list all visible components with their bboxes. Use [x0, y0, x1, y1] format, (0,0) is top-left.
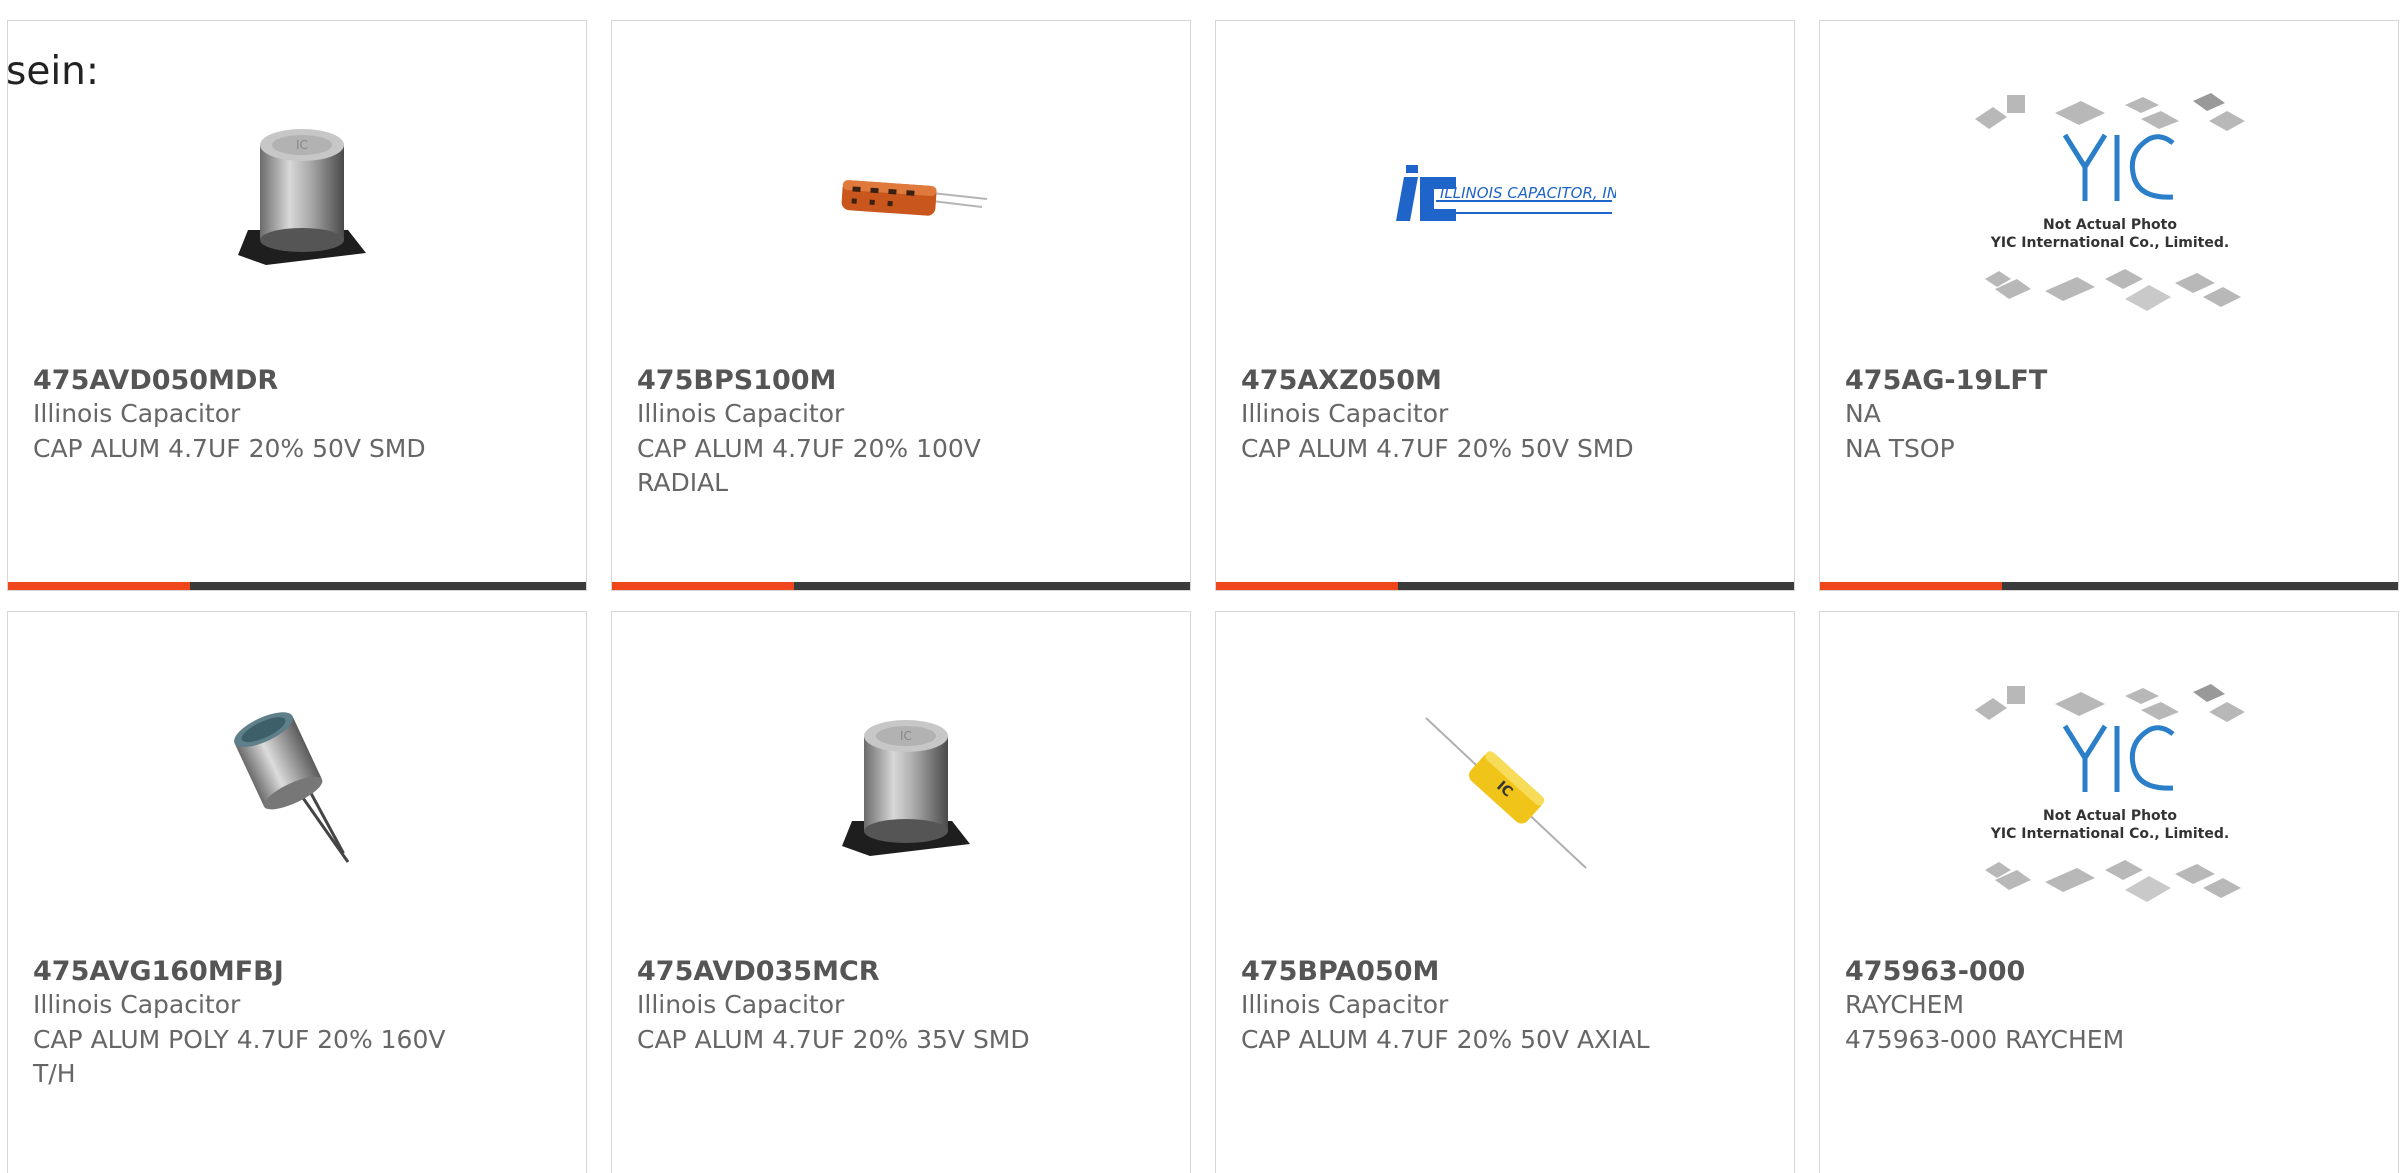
manufacturer: Illinois Capacitor	[33, 990, 241, 1019]
product-grid-page: sein: IC 475AVD050MDR Illinois Capacitor…	[0, 0, 2400, 1173]
card-bar	[612, 582, 1190, 590]
part-number[interactable]: 475AG-19LFT	[1845, 365, 2378, 397]
intro-text: sein:	[6, 49, 100, 94]
placeholder-line1: Not Actual Photo	[2043, 217, 2177, 233]
manufacturer: Illinois Capacitor	[1241, 990, 1449, 1019]
card-bar-accent	[612, 582, 794, 590]
svg-text:IC: IC	[900, 729, 912, 743]
description: NA TSOP	[1845, 434, 1955, 463]
description: 475963-000 RAYCHEM	[1845, 1025, 2125, 1054]
yic-placeholder-image: Not Actual Photo YIC International Co., …	[1965, 674, 2255, 904]
svg-text:IC: IC	[296, 138, 308, 152]
description: CAP ALUM 4.7UF 20% 100V RADIAL	[637, 434, 981, 497]
card-bar-accent	[1820, 582, 2002, 590]
description: CAP ALUM 4.7UF 20% 50V SMD	[33, 434, 426, 463]
part-number[interactable]: 475AVG160MFBJ	[33, 956, 566, 988]
manufacturer: RAYCHEM	[1845, 990, 1965, 1019]
description: CAP ALUM 4.7UF 20% 50V AXIAL	[1241, 1025, 1650, 1054]
part-number[interactable]: 475BPS100M	[637, 365, 1170, 397]
description: CAP ALUM POLY 4.7UF 20% 160V T/H	[33, 1025, 446, 1088]
card-bar	[8, 582, 586, 590]
manufacturer: Illinois Capacitor	[637, 990, 845, 1019]
description: CAP ALUM 4.7UF 20% 35V SMD	[637, 1025, 1030, 1054]
smd-electrolytic-capacitor-icon: IC	[800, 684, 1004, 888]
part-number[interactable]: 475AVD035MCR	[637, 956, 1170, 988]
card-bar	[1820, 582, 2398, 590]
placeholder-line2: YIC International Co., Limited.	[1990, 826, 2229, 842]
part-number[interactable]: 475AVD050MDR	[33, 365, 566, 397]
card-bar	[1216, 582, 1794, 590]
manufacturer: Illinois Capacitor	[1241, 399, 1449, 428]
product-card[interactable]: Not Actual Photo YIC International Co., …	[1819, 20, 2399, 591]
product-card[interactable]: ILLINOIS CAPACITOR, INC. 475AXZ050M Illi…	[1215, 20, 1795, 591]
product-card[interactable]: IC 475AVD050MDR Illinois Capacitor CAP A…	[7, 20, 587, 591]
placeholder-line2: YIC International Co., Limited.	[1990, 235, 2229, 251]
product-card[interactable]: IC 475AVD035MCR Illinois Capacitor CAP A…	[611, 611, 1191, 1173]
part-number[interactable]: 475BPA050M	[1241, 956, 1774, 988]
manufacturer: Illinois Capacitor	[33, 399, 241, 428]
product-card[interactable]: 475BPS100M Illinois Capacitor CAP ALUM 4…	[611, 20, 1191, 591]
axial-capacitor-icon: IC	[1404, 684, 1608, 888]
manufacturer: Illinois Capacitor	[637, 399, 845, 428]
card-bar-accent	[1216, 582, 1398, 590]
description: CAP ALUM 4.7UF 20% 50V SMD	[1241, 434, 1634, 463]
manufacturer: NA	[1845, 399, 1881, 428]
smd-electrolytic-capacitor-icon: IC	[196, 93, 400, 297]
through-hole-polymer-capacitor-icon	[196, 684, 400, 888]
placeholder-line1: Not Actual Photo	[2043, 808, 2177, 824]
product-card[interactable]: Not Actual Photo YIC International Co., …	[1819, 611, 2399, 1173]
card-bar-accent	[8, 582, 190, 590]
product-card[interactable]: 475AVG160MFBJ Illinois Capacitor CAP ALU…	[7, 611, 587, 1173]
product-card[interactable]: IC 475BPA050M Illinois Capacitor CAP ALU…	[1215, 611, 1795, 1173]
part-number[interactable]: 475963-000	[1845, 956, 2378, 988]
part-number[interactable]: 475AXZ050M	[1241, 365, 1774, 397]
logo-text: ILLINOIS CAPACITOR, INC.	[1440, 184, 1616, 202]
yic-placeholder-image: Not Actual Photo YIC International Co., …	[1965, 83, 2255, 313]
radial-capacitor-icon	[800, 93, 1004, 297]
illinois-capacitor-logo: ILLINOIS CAPACITOR, INC.	[1396, 93, 1616, 297]
